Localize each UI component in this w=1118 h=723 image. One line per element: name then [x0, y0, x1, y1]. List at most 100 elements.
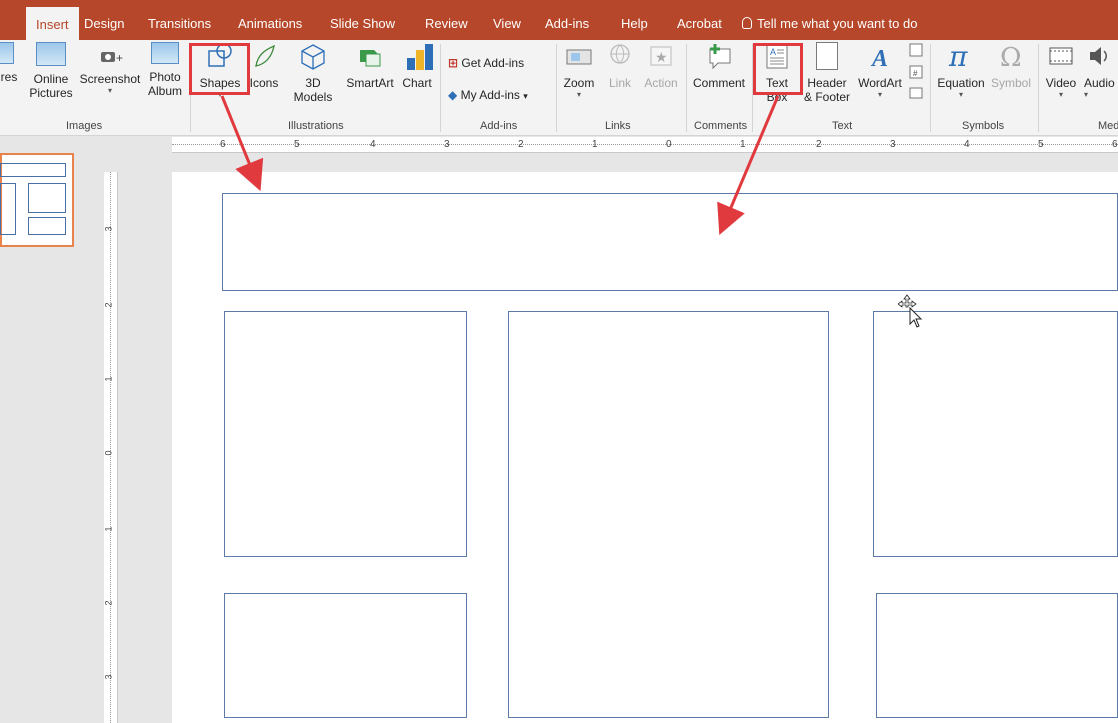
zoom-button[interactable]: Zoom ▾ — [560, 42, 598, 100]
tab-view[interactable]: View — [493, 0, 521, 40]
tab-acrobat[interactable]: Acrobat — [677, 0, 722, 40]
online-pictures-button[interactable]: Online Pictures — [26, 42, 76, 100]
screenshot-button[interactable]: + Screenshot ▾ — [76, 42, 144, 96]
tab-review[interactable]: Review — [425, 0, 468, 40]
chart-icon — [403, 42, 433, 70]
icons-button[interactable]: Icons — [246, 42, 282, 90]
left-top-box[interactable] — [224, 311, 467, 557]
ruler-label: 6 — [220, 139, 226, 150]
ruler-label: 3 — [890, 139, 896, 150]
right-bottom-box[interactable] — [876, 593, 1118, 718]
lightbulb-icon — [742, 17, 752, 29]
ruler-label: 1 — [103, 526, 114, 532]
text-box-highlight — [753, 43, 803, 95]
ruler-label: 2 — [103, 600, 114, 606]
my-add-ins-button[interactable]: ◆ My Add-ins ▾ — [448, 88, 528, 102]
zoom-label: Zoom — [563, 76, 595, 90]
audio-button[interactable]: Audio ▾ — [1084, 42, 1118, 100]
comment-button[interactable]: Comment — [688, 42, 750, 90]
tab-help[interactable]: Help — [621, 0, 648, 40]
ruler-label: 3 — [103, 674, 114, 680]
smartart-button[interactable]: SmartArt — [342, 42, 398, 90]
wordart-icon: A — [866, 42, 894, 72]
chevron-down-icon: ▾ — [107, 86, 112, 95]
audio-label: Audio — [1084, 76, 1115, 90]
screenshot-label: Screenshot — [79, 72, 141, 86]
globe-link-icon — [606, 42, 634, 70]
right-top-box[interactable] — [873, 311, 1118, 557]
camera-icon: + — [97, 42, 123, 66]
online-pictures-icon — [36, 42, 66, 66]
ruler-label: 3 — [103, 226, 114, 232]
svg-text:A: A — [870, 46, 888, 70]
video-button[interactable]: Video ▾ — [1042, 42, 1080, 100]
horizontal-ruler: 6 5 4 3 2 1 0 1 2 3 4 5 6 — [172, 137, 1118, 153]
tab-design[interactable]: Design — [84, 0, 124, 40]
photo-album-button[interactable]: Photo Album — [144, 42, 186, 98]
cube-icon — [299, 42, 327, 70]
slide-thumbnail-pane[interactable] — [0, 137, 100, 723]
3d-models-button[interactable]: 3D Models — [284, 42, 342, 104]
ruler-label: 3 — [444, 139, 450, 150]
tab-animations[interactable]: Animations — [238, 0, 302, 40]
comment-label: Comment — [692, 76, 745, 90]
tab-insert[interactable]: Insert — [26, 7, 79, 40]
store-icon: ⊞ — [448, 56, 459, 70]
chevron-down-icon: ▾ — [958, 90, 963, 99]
header-footer-label-2: & Footer — [803, 90, 851, 104]
ruler-ticks — [110, 172, 113, 723]
tab-transitions[interactable]: Transitions — [148, 0, 211, 40]
media-group-label: Med — [1098, 120, 1118, 132]
chevron-down-icon: ▾ — [523, 91, 528, 101]
chevron-down-icon: ▾ — [877, 90, 882, 99]
video-icon — [1047, 42, 1075, 70]
tell-me-search[interactable]: Tell me what you want to do — [742, 0, 917, 40]
ruler-label: 2 — [518, 139, 524, 150]
svg-text:+: + — [116, 51, 123, 65]
get-add-ins-button[interactable]: ⊞ Get Add-ins — [448, 56, 524, 70]
images-group-label: Images — [66, 120, 103, 132]
symbol-button: Ω Symbol — [988, 42, 1034, 90]
tab-slide-show[interactable]: Slide Show — [330, 0, 395, 40]
video-label: Video — [1045, 76, 1077, 90]
ruler-label: 5 — [294, 139, 300, 150]
symbol-label: Symbol — [990, 76, 1031, 90]
text-group-label: Text — [832, 120, 853, 132]
slide-canvas[interactable] — [172, 172, 1118, 723]
ruler-label: 1 — [103, 376, 114, 382]
tell-me-text: Tell me what you want to do — [757, 16, 918, 31]
header-footer-button[interactable]: Header & Footer — [800, 42, 854, 104]
chevron-down-icon: ▾ — [1084, 90, 1089, 99]
omega-icon: Ω — [997, 42, 1025, 73]
speaker-icon — [1086, 42, 1114, 70]
smartart-icon — [356, 42, 384, 70]
header-footer-icon — [816, 42, 838, 70]
ruler-label: 0 — [103, 450, 114, 456]
ruler-label: 4 — [370, 139, 376, 150]
add-ins-group-label: Add-ins — [480, 120, 518, 132]
icons-icon — [250, 42, 278, 70]
slide-thumbnail[interactable] — [0, 153, 74, 247]
group-divider — [930, 44, 931, 132]
tab-add-ins[interactable]: Add-ins — [545, 0, 589, 40]
date-time-button[interactable]: # — [906, 42, 926, 114]
chevron-down-icon: ▾ — [1058, 90, 1063, 99]
online-pictures-label-2: Pictures — [29, 86, 73, 100]
links-group-label: Links — [605, 120, 631, 132]
pictures-icon — [0, 42, 14, 64]
3d-models-label-2: Models — [293, 90, 333, 104]
header-footer-label-1: Header — [807, 76, 847, 90]
center-tall-box[interactable] — [508, 311, 829, 718]
header-placeholder-box[interactable] — [222, 193, 1118, 291]
equation-button[interactable]: π Equation ▾ — [932, 40, 990, 100]
pictures-button[interactable]: res — [0, 42, 20, 84]
svg-text:π: π — [948, 42, 968, 70]
wordart-button[interactable]: A WordArt ▾ — [854, 42, 906, 100]
left-bottom-box[interactable] — [224, 593, 467, 718]
thumb-box — [28, 183, 66, 213]
star-action-icon: ★ — [647, 42, 675, 70]
ruler-label: 4 — [964, 139, 970, 150]
ruler-label: 1 — [592, 139, 598, 150]
chart-button[interactable]: Chart — [398, 42, 436, 90]
action-button: ★ Action — [640, 42, 682, 90]
